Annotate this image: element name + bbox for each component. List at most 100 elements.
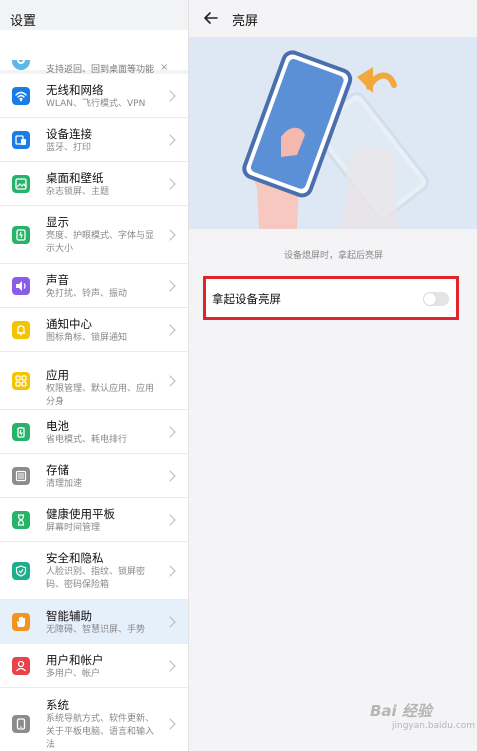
chevron-right-icon xyxy=(164,616,176,628)
sidebar-item-label: 系统 xyxy=(46,698,69,712)
sidebar-item-text: 设备连接 蓝牙、打印 xyxy=(46,126,160,155)
chevron-right-icon xyxy=(164,280,176,292)
sidebar-item-subtitle: 系统导航方式、软件更新、关于平板电脑、语言和输入法 xyxy=(46,714,155,750)
sidebar-item-system[interactable]: 系统系统导航方式、软件更新、关于平板电脑、语言和输入法 xyxy=(0,688,188,751)
chevron-right-icon xyxy=(164,426,176,438)
battery-icon xyxy=(12,423,30,441)
sidebar-item-text: 安全和隐私人脸识别、指纹、锁屏密码、密码保险箱 xyxy=(46,550,160,592)
sidebar-item-subtitle: 人脸识别、指纹、锁屏密码、密码保险箱 xyxy=(46,567,146,590)
watermark: Bai 经验 jingyan.baidu.com xyxy=(370,700,475,731)
phone xyxy=(242,50,353,198)
sidebar-item-battery[interactable]: 电池 省电模式、耗电排行 xyxy=(0,410,188,454)
sidebar-item-subtitle: 亮度、护眼模式、字体与显示大小 xyxy=(46,231,155,254)
sidebar-item-text: 无线和网络 WLAN、飞行模式、VPN xyxy=(46,82,160,111)
sidebar-item-user[interactable]: 用户和帐户多用户、帐户 xyxy=(0,644,188,688)
wallpaper-icon xyxy=(12,175,30,193)
settings-list: 无线和网络 WLAN、飞行模式、VPN 设备连接蓝牙、打印桌面和壁纸杂志锁屏、主题显… xyxy=(0,74,188,751)
sidebar-item-label: 安全和隐私 xyxy=(46,551,104,565)
sidebar-item-text: 存储 清理加速 xyxy=(46,462,160,491)
chevron-right-icon xyxy=(164,470,176,482)
sidebar-item-label: 用户和帐户 xyxy=(46,653,104,667)
page-title: 设置 xyxy=(10,14,37,29)
sidebar-item-subtitle: 权限管理、默认应用、应用分身 xyxy=(46,384,155,407)
sidebar-item-subtitle: 无障碍、智慧识屏、手势 xyxy=(46,625,146,635)
sidebar-item-subtitle: 图标角标、锁屏通知 xyxy=(46,333,128,343)
sidebar-item-label: 健康使用平板 xyxy=(46,507,115,521)
chevron-right-icon xyxy=(164,660,176,672)
hand-icon xyxy=(12,613,30,631)
sidebar-item-label: 智能辅助 xyxy=(46,609,92,623)
rotate-arrow-head xyxy=(357,67,373,93)
sidebar-item-text: 声音免打扰、铃声、振动 xyxy=(46,272,160,301)
chevron-right-icon xyxy=(164,514,176,526)
sidebar-item-label: 通知中心 xyxy=(46,317,92,331)
pickup-illustration xyxy=(189,37,477,229)
sidebar-item-label: 显示 xyxy=(46,215,69,229)
sidebar-item-text: 桌面和壁纸杂志锁屏、主题 xyxy=(46,170,160,199)
sidebar-item-text: 电池 省电模式、耗电排行 xyxy=(46,418,160,447)
chevron-right-icon xyxy=(164,324,176,336)
detail-title: 亮屏 xyxy=(232,14,259,29)
sidebar-item-health[interactable]: 健康使用平板 屏幕时间管理 xyxy=(0,498,188,542)
sidebar-item-text: 显示亮度、护眼模式、字体与显示大小 xyxy=(46,214,160,256)
sidebar-item-text: 智能辅助无障碍、智慧识屏、手势 xyxy=(46,608,160,637)
navigation-dock-icon xyxy=(12,60,30,70)
sidebar-item-label: 桌面和壁纸 xyxy=(46,171,104,185)
sidebar-item-subtitle: 清理加速 xyxy=(46,479,83,489)
detail-pane: 亮屏 设备熄屏时，拿起后亮屏 拿起设备亮屏 xyxy=(188,0,477,751)
chevron-right-icon xyxy=(164,565,176,577)
sidebar-item-wifi[interactable]: 无线和网络 WLAN、飞行模式、VPN xyxy=(0,74,188,118)
wifi-icon xyxy=(12,87,30,105)
close-icon[interactable]: × xyxy=(160,62,168,73)
sidebar-item-subtitle: 多用户、帐户 xyxy=(46,669,101,679)
sidebar-item-text: 通知中心图标角标、锁屏通知 xyxy=(46,316,160,345)
sidebar-item-device[interactable]: 设备连接 蓝牙、打印 xyxy=(0,118,188,162)
sidebar-item-subtitle: 杂志锁屏、主题 xyxy=(46,187,110,197)
sidebar-item-notify[interactable]: 通知中心图标角标、锁屏通知 xyxy=(0,308,188,352)
settings-sidebar: 设置 支持返回、回到桌面等功能 × 无线和网络 WLAN、飞行模式、VPN 设备连接… xyxy=(0,0,188,751)
user-icon xyxy=(12,657,30,675)
sidebar-item-assist[interactable]: 智能辅助无障碍、智慧识屏、手势 xyxy=(0,600,188,644)
toggle-knob xyxy=(424,293,436,305)
sidebar-item-label: 无线和网络 xyxy=(46,83,104,97)
device-connect-icon xyxy=(12,131,30,149)
sidebar-item-display[interactable]: 显示亮度、护眼模式、字体与显示大小 xyxy=(0,206,188,264)
storage-icon xyxy=(12,467,30,485)
sidebar-item-label: 电池 xyxy=(46,419,69,433)
watermark-sub: jingyan.baidu.com xyxy=(392,721,476,731)
sidebar-item-storage[interactable]: 存储 清理加速 xyxy=(0,454,188,498)
chevron-right-icon xyxy=(164,90,176,102)
chevron-right-icon xyxy=(164,134,176,146)
sidebar-item-text: 应用权限管理、默认应用、应用分身 xyxy=(46,367,160,409)
sidebar-item-security[interactable]: 安全和隐私人脸识别、指纹、锁屏密码、密码保险箱 xyxy=(0,542,188,600)
sound-icon xyxy=(12,277,30,295)
sidebar-item-text: 系统系统导航方式、软件更新、关于平板电脑、语言和输入法 xyxy=(46,697,160,751)
bell-icon xyxy=(12,321,30,339)
pickup-wake-row[interactable]: 拿起设备亮屏 xyxy=(203,276,459,320)
back-arrow-icon[interactable] xyxy=(203,10,219,26)
shield-icon xyxy=(12,562,30,580)
sidebar-item-subtitle: WLAN、飞行模式、VPN xyxy=(46,99,146,109)
system-icon xyxy=(12,715,30,733)
tip-card[interactable]: 支持返回、回到桌面等功能 × xyxy=(0,30,188,75)
chevron-right-icon xyxy=(164,718,176,730)
sidebar-item-desktop[interactable]: 桌面和壁纸杂志锁屏、主题 xyxy=(0,162,188,206)
sidebar-item-subtitle: 蓝牙、打印 xyxy=(46,143,92,153)
sidebar-item-label: 存储 xyxy=(46,463,69,477)
sidebar-item-text: 用户和帐户多用户、帐户 xyxy=(46,652,160,681)
sidebar-item-subtitle: 免打扰、铃声、振动 xyxy=(46,289,128,299)
display-icon xyxy=(12,226,30,244)
watermark-main: Bai 经验 xyxy=(370,702,432,720)
pickup-wake-toggle[interactable] xyxy=(423,292,449,306)
sidebar-item-label: 应用 xyxy=(46,368,69,382)
sidebar-item-label: 声音 xyxy=(46,273,69,287)
apps-icon xyxy=(12,372,30,390)
pickup-wake-label: 拿起设备亮屏 xyxy=(212,292,281,306)
sidebar-item-label: 设备连接 xyxy=(46,127,92,141)
caption: 设备熄屏时，拿起后亮屏 xyxy=(283,251,383,261)
sidebar-item-apps[interactable]: 应用权限管理、默认应用、应用分身 xyxy=(0,352,188,410)
sidebar-item-sound[interactable]: 声音免打扰、铃声、振动 xyxy=(0,264,188,308)
hourglass-icon xyxy=(12,511,30,529)
chevron-right-icon xyxy=(164,375,176,387)
sidebar-item-text: 健康使用平板 屏幕时间管理 xyxy=(46,506,160,535)
